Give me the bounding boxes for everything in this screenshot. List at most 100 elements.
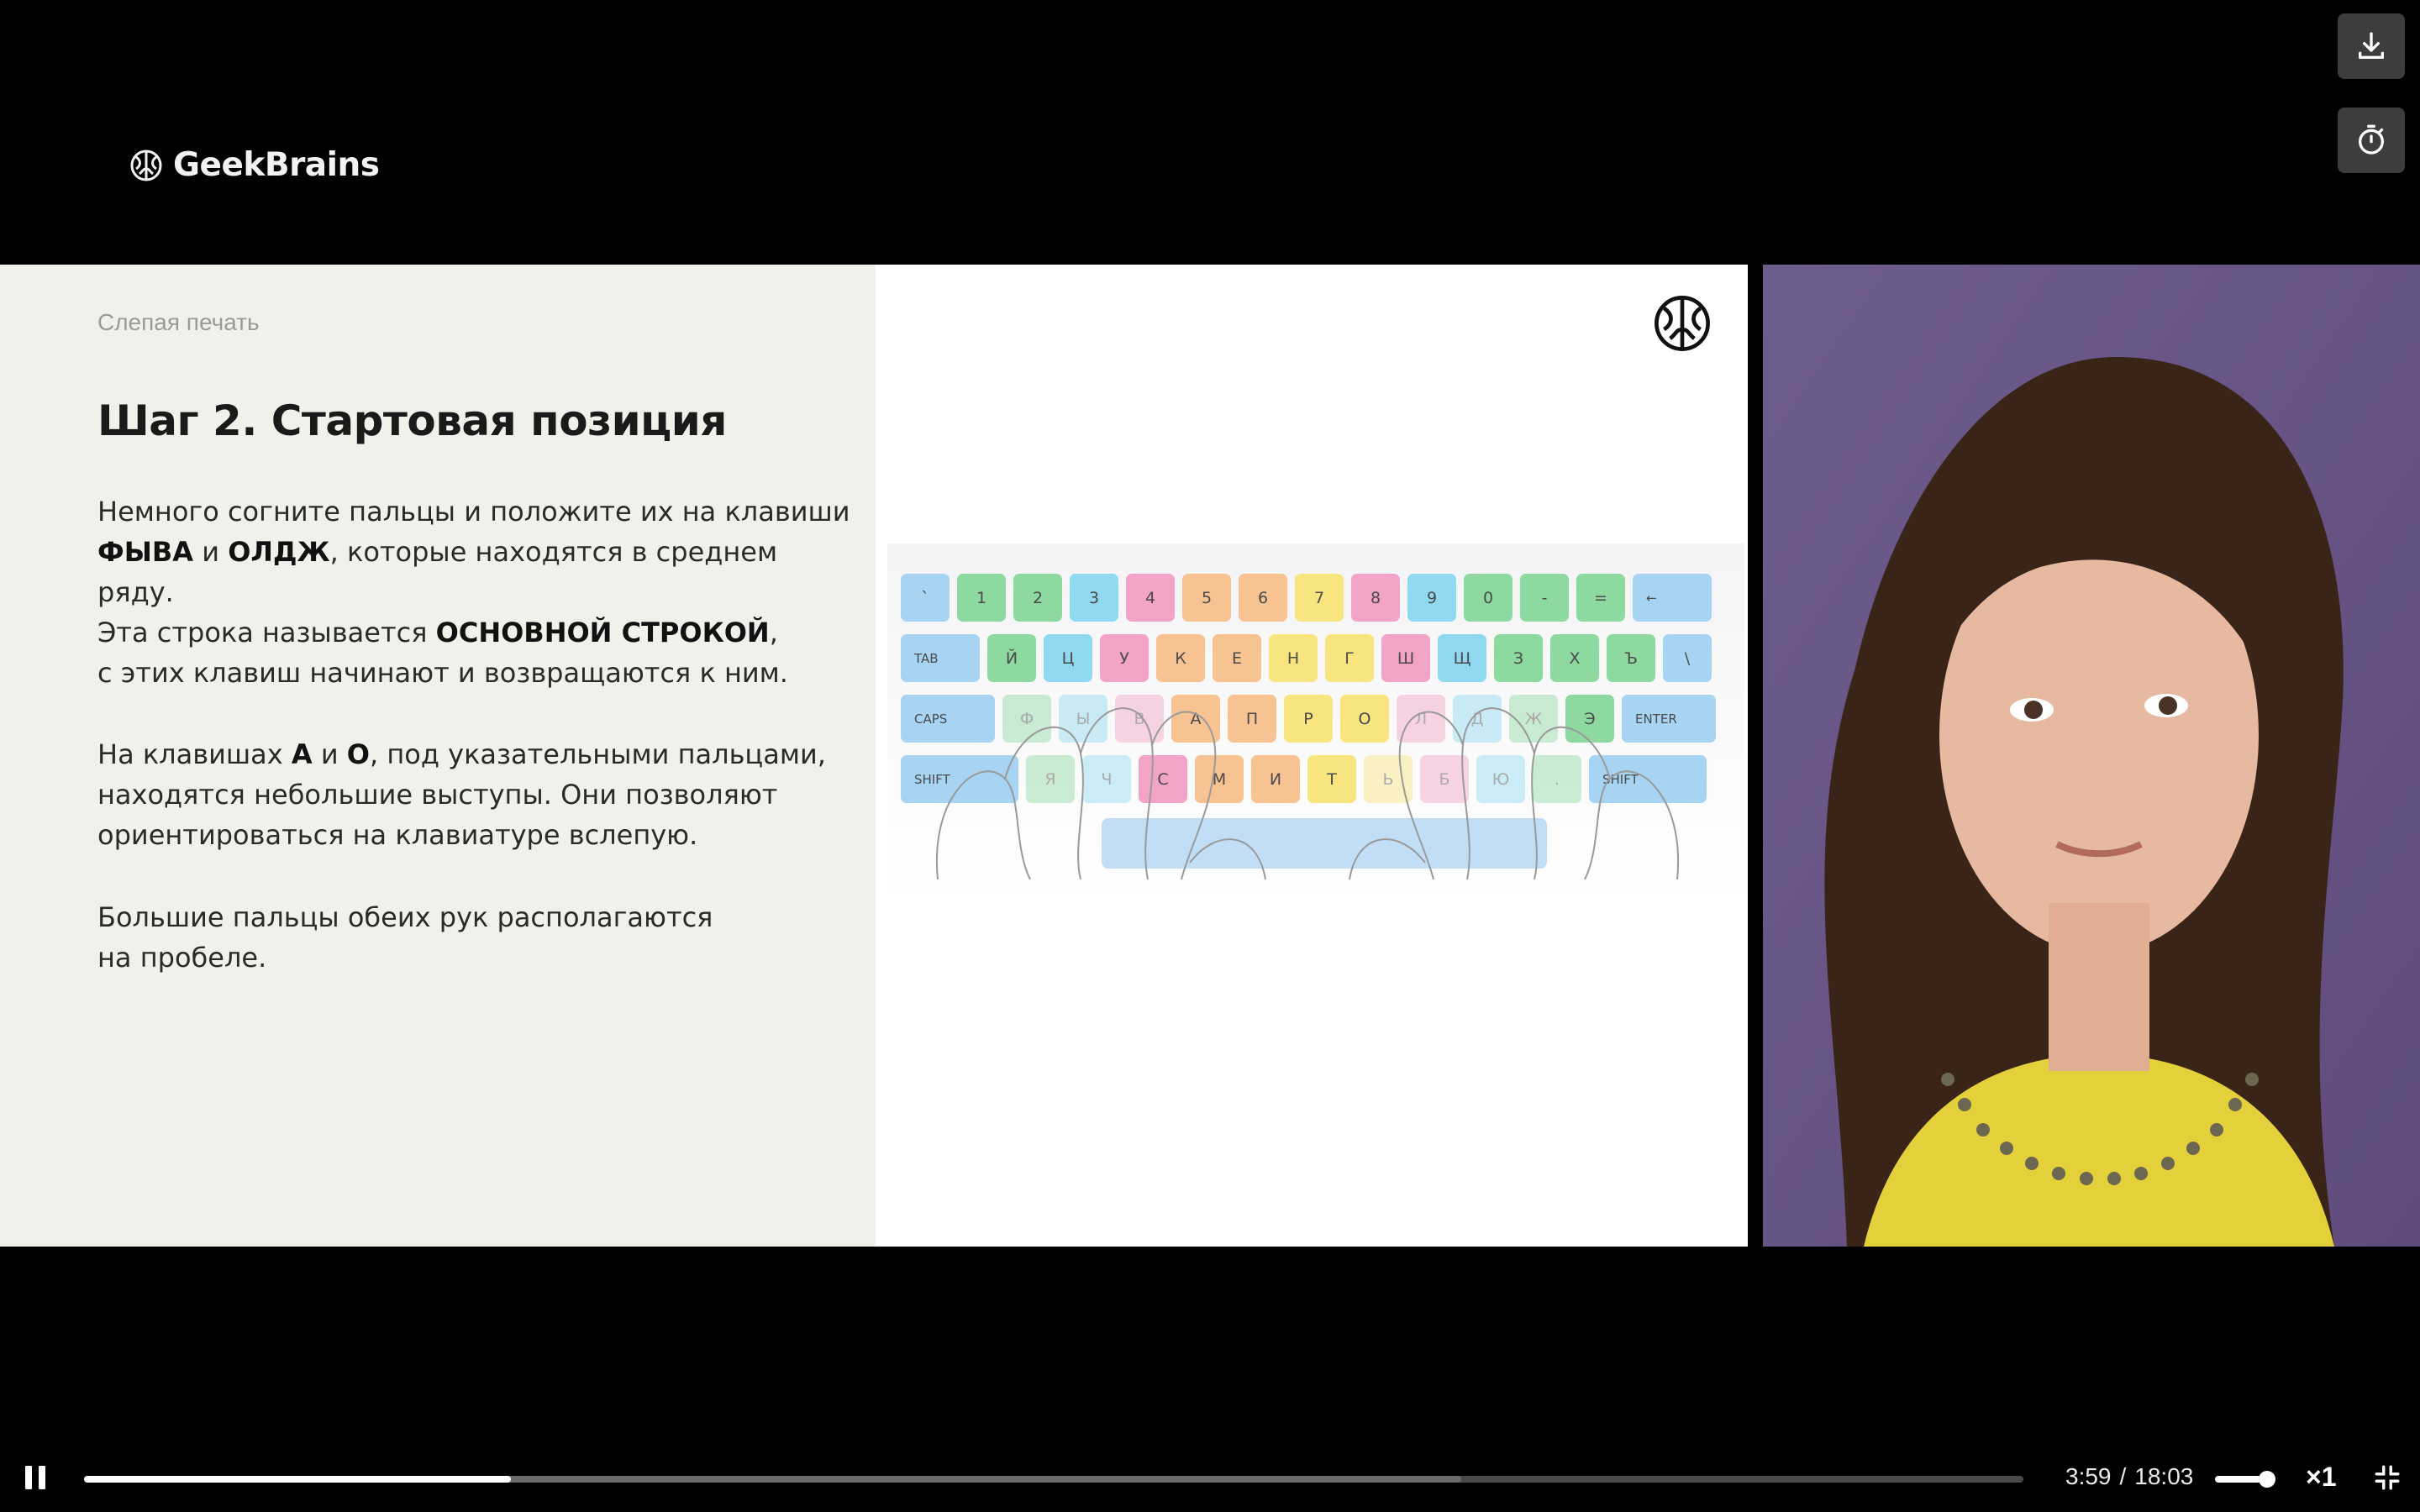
brand-name: GeekBrains (173, 146, 380, 184)
keyboard-row: CAPS Ф Ы В А П Р О Л Д Ж Э ENTER (901, 695, 1716, 743)
presenter-video (1763, 265, 2420, 1247)
download-icon (2359, 32, 2384, 60)
keyboard-illustration: ` 1 2 3 4 5 6 7 8 9 0- = ← TAB Й Ц У К Е Н Г Ш Щ З Х Ъ \ CAPS Ф Ы В А… (887, 543, 1744, 896)
download-button[interactable] (2338, 13, 2405, 79)
keyboard-key: Я (1026, 755, 1075, 803)
text: ориентироваться на клавиатуре вслепую. (97, 819, 698, 851)
slide-title: Шаг 2. Стартовая позиция (97, 396, 727, 445)
bold-text: ФЫВА (97, 536, 194, 568)
paragraph-4: Большие пальцы обеих рук располагаются н… (97, 897, 854, 978)
bold-text: О (346, 738, 370, 770)
keyboard-key: А (1171, 695, 1220, 743)
keyboard-key: \ (1663, 634, 1712, 682)
keyboard-key: Ъ (1607, 634, 1655, 682)
keyboard-key: SHIFT (901, 755, 1018, 803)
keyboard-key: Т (1307, 755, 1356, 803)
keyboard-key: М (1195, 755, 1244, 803)
current-time: 3:59 (2065, 1463, 2112, 1489)
timer-icon (2359, 124, 2384, 155)
keyboard-key: Д (1453, 695, 1502, 743)
keyboard-key: 9 (1407, 574, 1456, 622)
keyboard-key: Ы (1059, 695, 1107, 743)
keyboard-key: Ч (1082, 755, 1131, 803)
keyboard-key: Г (1325, 634, 1374, 682)
text: Немного согните пальцы и положите их на … (97, 496, 850, 528)
keyboard-key: 3 (1070, 574, 1118, 622)
volume-slider[interactable] (2215, 1471, 2275, 1488)
keyboard-key: 0 (1464, 574, 1512, 622)
playback-speed-button[interactable]: ×1 (2306, 1462, 2336, 1493)
pause-icon[interactable] (24, 1465, 47, 1490)
keyboard-key: Й (987, 634, 1036, 682)
keyboard-key: З (1494, 634, 1543, 682)
text: находятся небольшие выступы. Они позволя… (97, 779, 778, 811)
keyboard-key: П (1228, 695, 1276, 743)
keyboard-row: ` 1 2 3 4 5 6 7 8 9 0- = ← (901, 574, 1712, 622)
keyboard-row: SHIFT Я Ч С М И Т Ь Б Ю. SHIFT (901, 755, 1707, 803)
keyboard-key: 5 (1182, 574, 1231, 622)
time-display: 3:59 / 18:03 (2065, 1463, 2193, 1490)
keyboard-key: Э (1565, 695, 1614, 743)
keyboard-key: О (1340, 695, 1389, 743)
paragraph-1: Немного согните пальцы и положите их на … (97, 491, 854, 612)
text: , (769, 617, 778, 648)
text: На клавишах (97, 738, 292, 770)
spacebar-key (1102, 818, 1547, 869)
keyboard-key: ` (901, 574, 950, 622)
keyboard-key: = (1576, 574, 1625, 622)
keyboard-row: TAB Й Ц У К Е Н Г Ш Щ З Х Ъ \ (901, 634, 1712, 682)
text: , под указательными пальцами, (370, 738, 826, 770)
slide-image-panel: ` 1 2 3 4 5 6 7 8 9 0- = ← TAB Й Ц У К Е Н Г Ш Щ З Х Ъ \ CAPS Ф Ы В А… (876, 265, 1748, 1247)
keyboard-key: Ю (1476, 755, 1525, 803)
bold-text: ОСНОВНОЙ СТРОКОЙ (435, 617, 770, 648)
time-separator: / (2119, 1463, 2127, 1489)
brain-icon (130, 150, 162, 181)
keyboard-key: Ь (1364, 755, 1413, 803)
brand-logo: GeekBrains (129, 146, 380, 184)
player-controls: 3:59 / 18:03 ×1 (0, 1445, 2420, 1512)
bold-text: А (291, 738, 313, 770)
text: и (193, 536, 229, 568)
keyboard-key: 4 (1126, 574, 1175, 622)
duration: 18:03 (2134, 1463, 2194, 1489)
progress-bar[interactable] (84, 1476, 2023, 1483)
progress-played (84, 1476, 511, 1483)
slide-eyebrow: Слепая печать (97, 309, 260, 335)
keyboard-key: 7 (1295, 574, 1344, 622)
presenter-image (1763, 265, 2420, 1247)
keyboard-key: Л (1397, 695, 1445, 743)
keyboard-key: В (1115, 695, 1164, 743)
keyboard-key: Р (1284, 695, 1333, 743)
exit-fullscreen-icon[interactable] (2373, 1463, 2402, 1492)
keyboard-key: ← (1633, 574, 1712, 622)
text: и (312, 738, 347, 770)
text: с этих клавиш начинают и возвращаются к … (97, 657, 788, 689)
keyboard-key: Н (1269, 634, 1318, 682)
keyboard-key: 6 (1239, 574, 1287, 622)
keyboard-key: У (1100, 634, 1149, 682)
keyboard-key: Ф (1002, 695, 1051, 743)
keyboard-key: - (1520, 574, 1569, 622)
text: на пробеле. (97, 942, 267, 974)
keyboard-key: CAPS (901, 695, 995, 743)
keyboard-key: ENTER (1622, 695, 1716, 743)
volume-knob[interactable] (2259, 1471, 2275, 1488)
paragraph-3: На клавишах А и О, под указательными пал… (97, 734, 854, 855)
slide-text-panel: Слепая печать Шаг 2. Стартовая позиция Н… (0, 265, 876, 1247)
keyboard-key: TAB (901, 634, 980, 682)
keyboard-key: Х (1550, 634, 1599, 682)
paragraph-2: Эта строка называется ОСНОВНОЙ СТРОКОЙ, … (97, 612, 854, 693)
bold-text: ОЛДЖ (228, 536, 330, 568)
brain-icon (1655, 296, 1710, 351)
slide: Слепая печать Шаг 2. Стартовая позиция Н… (0, 265, 1748, 1247)
keyboard-key: Е (1213, 634, 1261, 682)
keyboard-key: Ш (1381, 634, 1430, 682)
keyboard-key: И (1251, 755, 1300, 803)
keyboard-key: 2 (1013, 574, 1062, 622)
keyboard-key: Б (1420, 755, 1469, 803)
keyboard-key: К (1156, 634, 1205, 682)
keyboard-key: Щ (1438, 634, 1486, 682)
text: Эта строка называется (97, 617, 436, 648)
timer-button[interactable] (2338, 108, 2405, 173)
text: Большие пальцы обеих рук располагаются (97, 901, 713, 933)
